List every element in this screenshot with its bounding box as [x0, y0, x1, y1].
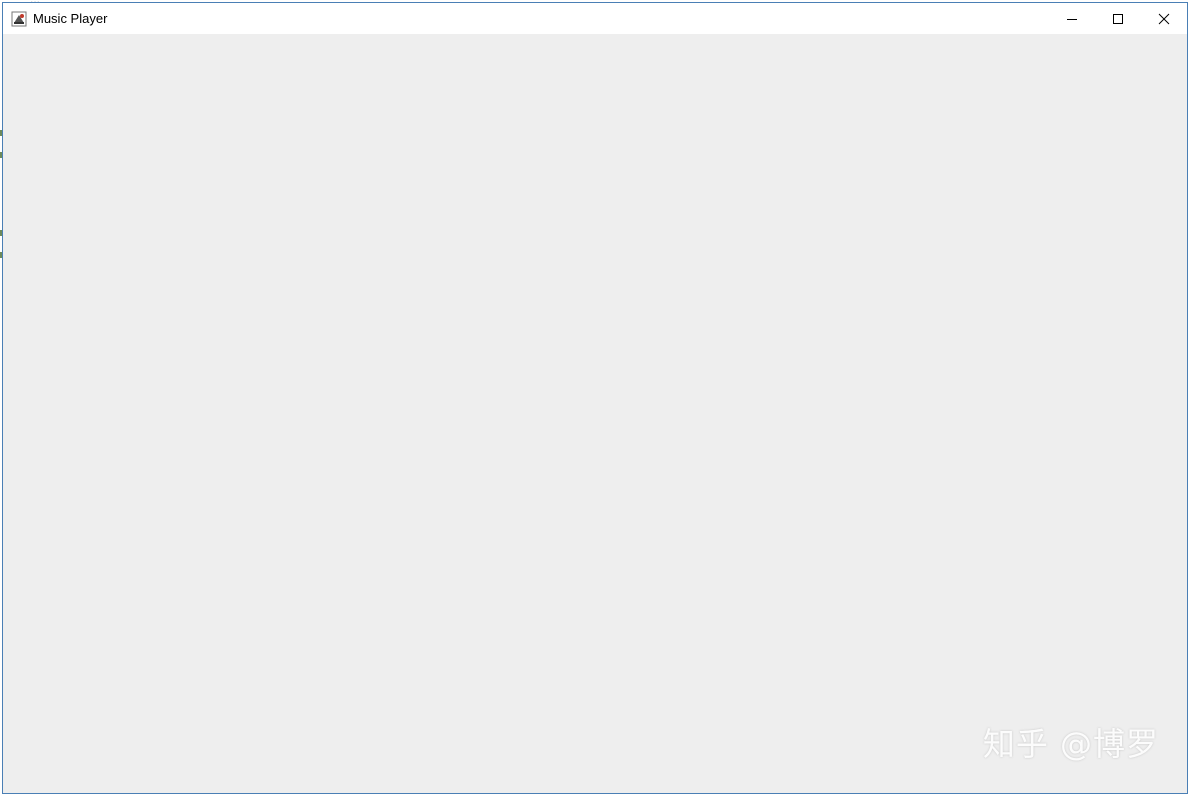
minimize-icon — [1067, 18, 1077, 20]
minimize-button[interactable] — [1049, 3, 1095, 34]
close-icon — [1158, 13, 1170, 24]
desktop-background: ... Music Player — [0, 0, 1191, 794]
window-controls — [1049, 3, 1187, 34]
java-coffee-cup-icon[interactable] — [11, 11, 27, 27]
window-title: Music Player — [33, 11, 108, 26]
watermark-text: 知乎 @博罗 — [982, 725, 1159, 763]
maximize-button[interactable] — [1095, 3, 1141, 34]
close-button[interactable] — [1141, 3, 1187, 34]
window-content-area: 知乎 @博罗 — [3, 34, 1187, 793]
music-player-window: Music Player 知乎 @博罗 — [2, 2, 1188, 794]
maximize-icon — [1113, 13, 1123, 24]
title-bar[interactable]: Music Player — [3, 3, 1187, 34]
